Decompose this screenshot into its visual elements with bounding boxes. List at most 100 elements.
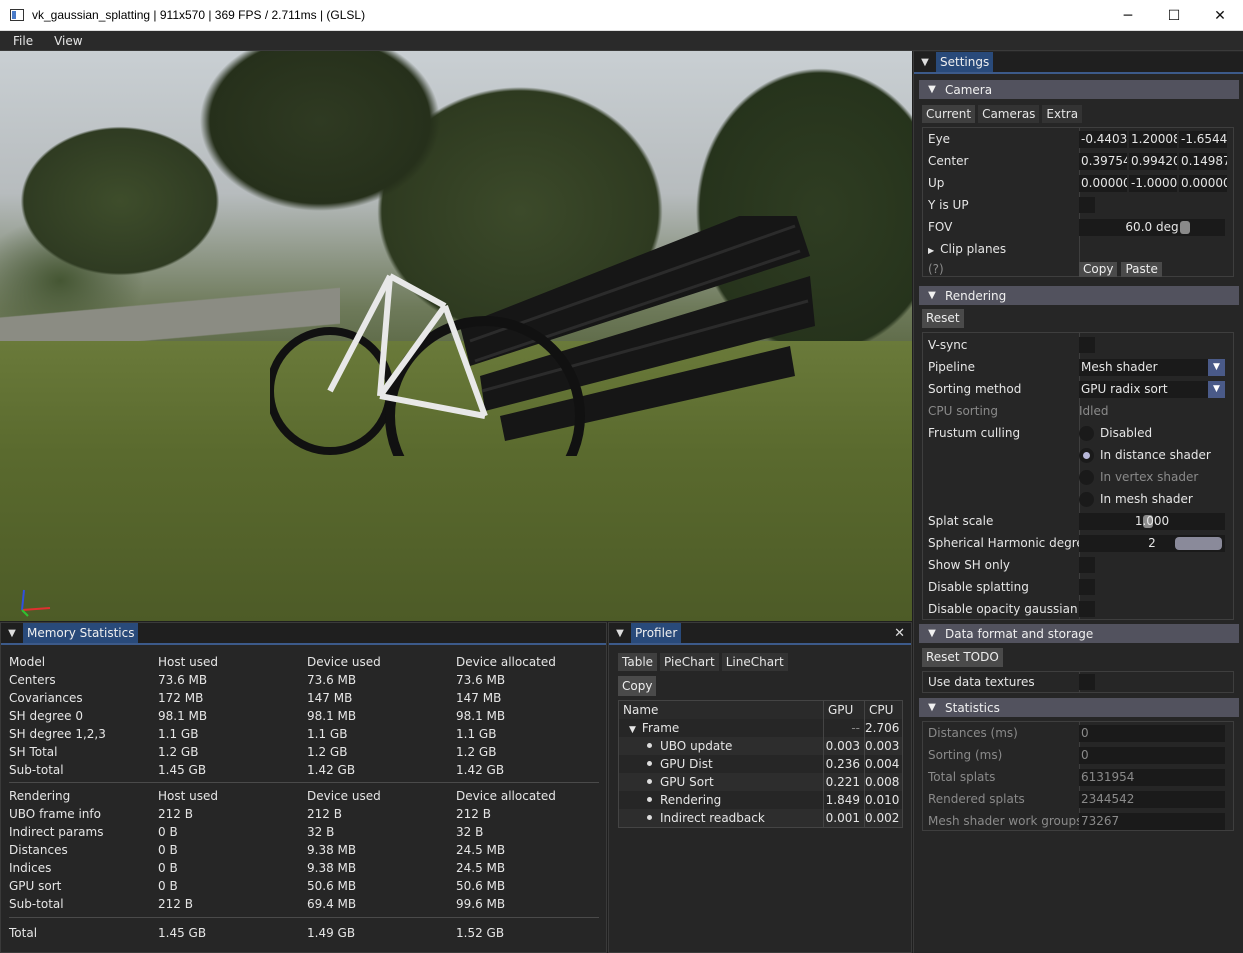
cell: 0 B: [158, 879, 178, 893]
camera-section-header[interactable]: ▼ Camera: [919, 80, 1239, 99]
stat-value: 6131954: [1079, 768, 1225, 786]
eye-z-field[interactable]: -1.65447: [1179, 130, 1227, 148]
chevron-down-icon[interactable]: ▼: [1208, 358, 1225, 376]
header-cell: Host used: [158, 789, 218, 803]
eye-x-field[interactable]: -0.44031: [1079, 130, 1127, 148]
frustum-vertex-radio[interactable]: In vertex shader: [1079, 469, 1198, 485]
vsync-checkbox[interactable]: [1079, 337, 1095, 353]
tab-profiler[interactable]: Profiler: [631, 623, 682, 643]
up-label: Up: [928, 176, 945, 190]
reset-button[interactable]: Reset: [922, 309, 964, 328]
collapse-icon[interactable]: ▼: [609, 628, 631, 639]
clip-planes-row[interactable]: ▶ Clip planes: [922, 239, 1234, 259]
table-row[interactable]: ▼ Frame -- 2.706: [619, 719, 902, 737]
chevron-down-icon[interactable]: ▼: [1208, 380, 1225, 398]
cell: 1.2 GB: [456, 745, 497, 759]
yisup-checkbox[interactable]: [1079, 197, 1095, 213]
stat-rendered-row: Rendered splats 2344542: [922, 789, 1234, 809]
tab-settings[interactable]: Settings: [936, 52, 994, 72]
slider-grab[interactable]: [1175, 536, 1222, 550]
center-y-field[interactable]: 0.99420: [1129, 152, 1177, 170]
tab-current[interactable]: Current: [922, 105, 976, 123]
center-z-field[interactable]: 0.14987: [1179, 152, 1227, 170]
show-sh-checkbox[interactable]: [1079, 557, 1095, 573]
sh-degree-row: Spherical Harmonic degree 2: [922, 533, 1234, 553]
tab-memory-statistics[interactable]: Memory Statistics: [23, 623, 139, 643]
menu-view[interactable]: View: [41, 34, 90, 48]
table-row[interactable]: UBO update 0.003 0.003: [619, 737, 902, 755]
copy-button[interactable]: Copy: [1079, 261, 1118, 277]
radio-dot: [1079, 425, 1094, 441]
tab-cameras[interactable]: Cameras: [978, 105, 1040, 123]
up-row: Up 0.00000 -1.00000 0.00000: [922, 173, 1234, 193]
disable-splatting-checkbox[interactable]: [1079, 579, 1095, 595]
fov-slider[interactable]: 60.0 deg: [1079, 218, 1225, 236]
paste-button[interactable]: Paste: [1121, 261, 1162, 277]
tree-leaf[interactable]: Indirect readback: [619, 809, 824, 827]
render-viewport[interactable]: [0, 51, 912, 621]
eye-y-field[interactable]: 1.20008: [1129, 130, 1177, 148]
up-x-field[interactable]: 0.00000: [1079, 174, 1127, 192]
center-x-field[interactable]: 0.39754: [1079, 152, 1127, 170]
tree-leaf[interactable]: GPU Dist: [619, 755, 824, 773]
tab-piechart[interactable]: PieChart: [660, 653, 719, 671]
cell: 0 B: [158, 843, 178, 857]
close-button[interactable]: ✕: [1197, 0, 1243, 31]
bullet-icon: [647, 797, 652, 802]
frustum-mesh-radio[interactable]: In mesh shader: [1079, 491, 1193, 507]
clip-planes-label: Clip planes: [940, 242, 1007, 256]
collapse-icon[interactable]: ▼: [914, 57, 936, 68]
pipeline-select[interactable]: Mesh shader ▼: [1079, 358, 1225, 376]
cell: 1.45 GB: [158, 763, 207, 777]
sh-degree-slider[interactable]: 2: [1079, 534, 1225, 552]
clip-planes-node[interactable]: ▶ Clip planes: [922, 242, 1079, 256]
splat-scale-slider[interactable]: 1.000: [1079, 512, 1225, 530]
rendering-section-header[interactable]: ▼ Rendering: [919, 286, 1239, 305]
disable-opacity-checkbox[interactable]: [1079, 601, 1095, 617]
data-format-section-header[interactable]: ▼ Data format and storage: [919, 624, 1239, 643]
up-z-field[interactable]: 0.00000: [1179, 174, 1227, 192]
slider-grab[interactable]: [1180, 220, 1190, 234]
tree-leaf[interactable]: GPU Sort: [619, 773, 824, 791]
splat-scale-row: Splat scale 1.000: [922, 511, 1234, 531]
cell: 147 MB: [307, 691, 353, 705]
cpu-sorting-row: CPU sorting Idled: [922, 401, 1234, 421]
table-row[interactable]: GPU Sort 0.221 0.008: [619, 773, 902, 791]
frustum-distance-radio[interactable]: In distance shader: [1079, 447, 1211, 463]
copy-button[interactable]: Copy: [618, 676, 657, 696]
chevron-right-icon: ▶: [928, 246, 935, 255]
help-marker[interactable]: (?): [922, 262, 1079, 276]
tab-linechart[interactable]: LineChart: [721, 653, 788, 671]
reset-todo-button[interactable]: Reset TODO: [922, 648, 1003, 667]
cell: Sub-total: [9, 897, 64, 911]
frustum-disabled-radio[interactable]: Disabled: [1079, 425, 1152, 441]
table-row[interactable]: GPU Dist 0.236 0.004: [619, 755, 902, 773]
sorting-select[interactable]: GPU radix sort ▼: [1079, 380, 1225, 398]
minimize-button[interactable]: ─: [1105, 0, 1151, 31]
tab-extra[interactable]: Extra: [1042, 105, 1083, 123]
table-row: Indices 0 B 9.38 MB 24.5 MB: [9, 859, 599, 877]
table-row: UBO frame info 212 B 212 B 212 B: [9, 805, 599, 823]
cell: 0.010: [865, 793, 900, 807]
tree-leaf[interactable]: UBO update: [619, 737, 824, 755]
statistics-section-header[interactable]: ▼ Statistics: [919, 698, 1239, 717]
maximize-button[interactable]: ☐: [1151, 0, 1197, 31]
menu-file[interactable]: File: [0, 34, 41, 48]
sorting-value: GPU radix sort: [1081, 382, 1168, 396]
tab-table[interactable]: Table: [618, 653, 658, 671]
table-row[interactable]: Indirect readback 0.001 0.002: [619, 809, 902, 827]
cell: 9.38 MB: [307, 861, 357, 875]
data-textures-checkbox[interactable]: [1079, 674, 1095, 690]
stat-label: Rendered splats: [928, 792, 1025, 806]
close-icon[interactable]: ✕: [894, 626, 905, 641]
cell: 1.52 GB: [456, 926, 505, 940]
tree-leaf[interactable]: Rendering: [619, 791, 824, 809]
collapse-icon[interactable]: ▼: [1, 628, 23, 639]
stat-value: 2344542: [1079, 790, 1225, 808]
tree-node[interactable]: ▼ Frame: [619, 719, 824, 737]
up-y-field[interactable]: -1.00000: [1129, 174, 1177, 192]
cell: 24.5 MB: [456, 843, 506, 857]
table-row[interactable]: Rendering 1.849 0.010: [619, 791, 902, 809]
sorting-label: Sorting method: [928, 382, 1022, 396]
divider: [9, 917, 599, 918]
